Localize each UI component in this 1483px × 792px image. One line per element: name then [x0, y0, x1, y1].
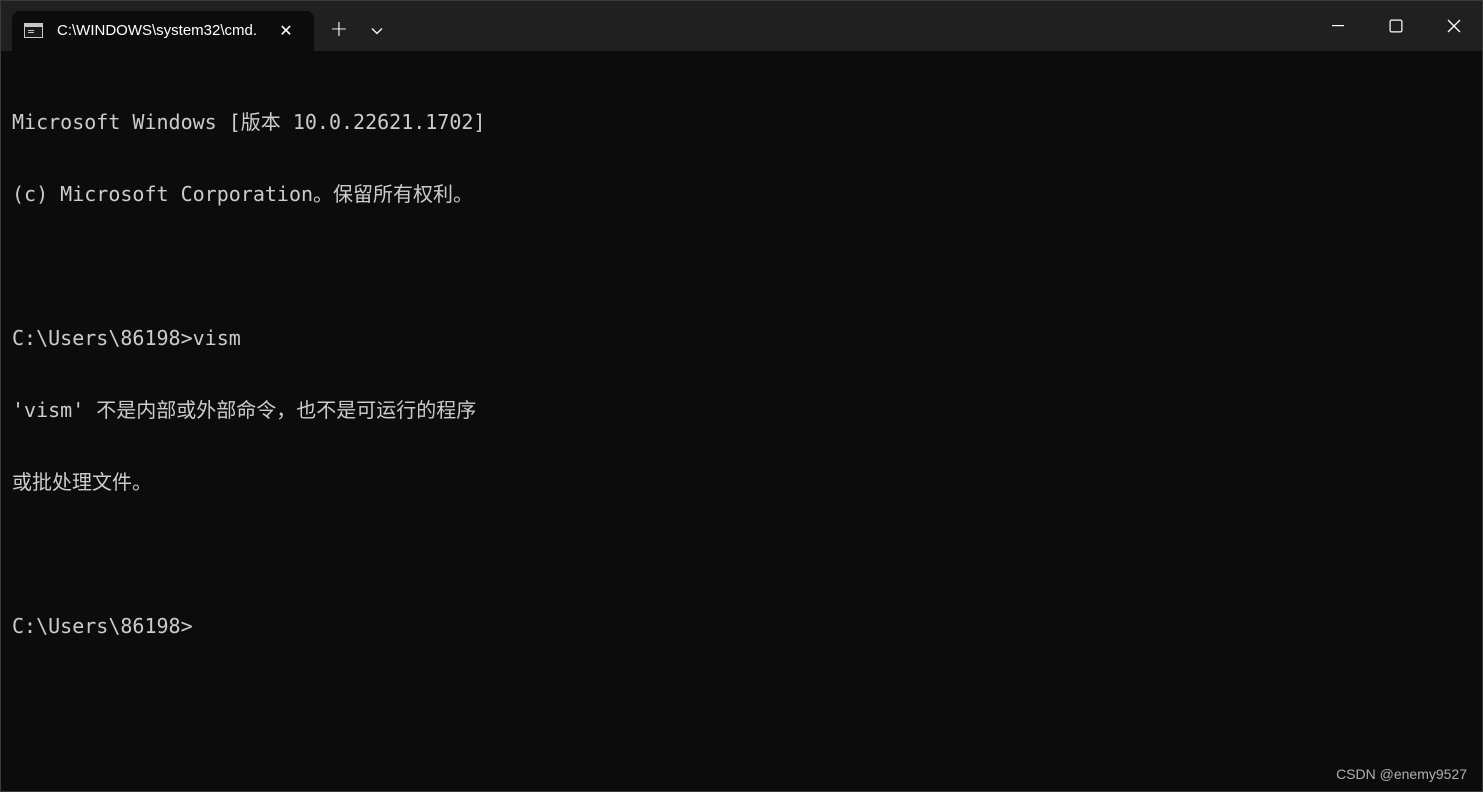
maximize-icon: [1389, 19, 1403, 33]
watermark: CSDN @enemy9527: [1336, 766, 1467, 782]
command-prompt-line[interactable]: C:\Users\86198>: [12, 614, 1472, 638]
close-button[interactable]: [1425, 1, 1482, 51]
console-line: (c) Microsoft Corporation。保留所有权利。: [12, 182, 474, 206]
close-icon: [1447, 19, 1461, 33]
maximize-button[interactable]: [1367, 1, 1425, 51]
console-line: 'vism' 不是内部或外部命令，也不是可运行的程序: [12, 398, 477, 422]
console-icon: [24, 23, 43, 38]
tab-dropdown-button[interactable]: [361, 15, 393, 45]
minimize-icon: [1332, 25, 1344, 27]
tab-close-icon[interactable]: ✕: [276, 21, 296, 41]
tab-cmd[interactable]: C:\WINDOWS\system32\cmd. ✕: [12, 11, 314, 51]
console-line: 或批处理文件。: [12, 470, 152, 494]
terminal-window: C:\WINDOWS\system32\cmd. ✕ + Microsoft W…: [0, 0, 1483, 792]
console-line: Microsoft Windows [版本 10.0.22621.1702]: [12, 110, 486, 134]
tab-title: C:\WINDOWS\system32\cmd.: [57, 22, 258, 39]
chevron-down-icon: [371, 28, 383, 35]
title-bar[interactable]: C:\WINDOWS\system32\cmd. ✕ +: [1, 1, 1482, 51]
new-tab-button[interactable]: +: [323, 15, 355, 45]
plus-icon: +: [329, 17, 349, 42]
console-output[interactable]: Microsoft Windows [版本 10.0.22621.1702] (…: [12, 62, 1472, 762]
console-line: C:\Users\86198>vism: [12, 326, 241, 350]
minimize-button[interactable]: [1309, 1, 1367, 51]
